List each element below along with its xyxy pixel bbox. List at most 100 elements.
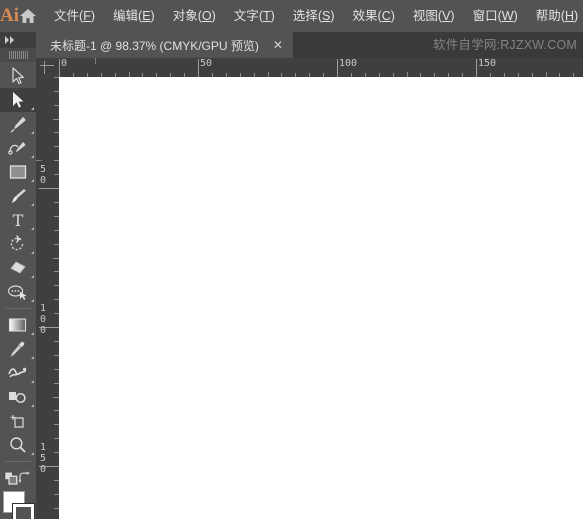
menu-item-window[interactable]: 窗口(W) bbox=[464, 0, 527, 32]
tool-gradient[interactable] bbox=[0, 313, 36, 337]
gradient-icon bbox=[8, 318, 27, 332]
tool-flyout-indicator bbox=[31, 299, 34, 302]
rotate-icon bbox=[10, 235, 24, 251]
menu-item-view[interactable]: 视图(V) bbox=[404, 0, 464, 32]
ruler-label: 100 bbox=[40, 303, 47, 336]
default-fill-stroke-icon[interactable] bbox=[4, 471, 18, 486]
panel-drag-grip[interactable] bbox=[0, 48, 36, 62]
close-icon[interactable]: ✕ bbox=[271, 38, 285, 52]
svg-text:T: T bbox=[13, 212, 24, 229]
document-area: 0 50 100 150 50 100 150 bbox=[36, 58, 583, 519]
tool-selection[interactable] bbox=[0, 64, 36, 88]
tool-flyout-indicator bbox=[31, 380, 34, 383]
ruler-label: 100 bbox=[339, 58, 358, 69]
ruler-label: 150 bbox=[478, 58, 497, 69]
menu-label: 窗口 bbox=[472, 9, 498, 23]
menu-accel: V bbox=[442, 9, 451, 23]
ruler-label: 150 bbox=[40, 442, 47, 475]
menu-item-object[interactable]: 对象(O) bbox=[164, 0, 225, 32]
tool-lasso[interactable] bbox=[0, 280, 36, 304]
rectangle-icon bbox=[9, 165, 27, 179]
document-tab[interactable]: 未标题-1 @ 98.37% (CMYK/GPU 预览) ✕ bbox=[36, 32, 293, 58]
menu-label: 编辑 bbox=[113, 9, 139, 23]
tool-list: T bbox=[0, 62, 36, 462]
tool-artboard[interactable] bbox=[0, 409, 36, 433]
tool-type[interactable]: T bbox=[0, 208, 36, 232]
tool-flyout-indicator bbox=[31, 251, 34, 254]
menu-label: 帮助 bbox=[535, 9, 561, 23]
tool-group-divider bbox=[5, 308, 31, 309]
direct-selection-arrow-icon bbox=[13, 92, 24, 108]
tool-rectangle[interactable] bbox=[0, 160, 36, 184]
ruler-label: 50 bbox=[200, 58, 213, 69]
tool-rotate[interactable] bbox=[0, 232, 36, 256]
ruler-tick bbox=[337, 59, 338, 77]
menu-label: 文件 bbox=[54, 9, 80, 23]
menu-accel: C bbox=[381, 9, 391, 23]
selection-arrow-icon bbox=[12, 67, 24, 85]
menu-accel: H bbox=[564, 9, 574, 23]
menu-accel: T bbox=[262, 9, 271, 23]
vertical-ruler[interactable]: 50 100 150 bbox=[36, 77, 59, 519]
app-logo-icon: Ai bbox=[0, 5, 19, 26]
ruler-origin-marker bbox=[95, 58, 96, 64]
swap-fill-stroke-icon[interactable] bbox=[18, 471, 32, 485]
eraser-icon bbox=[10, 261, 26, 274]
type-T-icon: T bbox=[13, 212, 24, 229]
panel-collapse-button[interactable] bbox=[0, 32, 36, 48]
tool-zoom[interactable] bbox=[0, 433, 36, 457]
artboard-icon bbox=[10, 415, 24, 428]
menu-accel: W bbox=[501, 9, 514, 23]
tool-flyout-indicator bbox=[31, 203, 34, 206]
fill-stroke-controls bbox=[0, 466, 36, 519]
shape-builder-icon bbox=[9, 392, 26, 404]
ruler-tick bbox=[198, 59, 199, 77]
tool-flyout-indicator bbox=[31, 332, 34, 335]
ruler-label: 50 bbox=[40, 164, 47, 186]
tool-flyout-indicator bbox=[31, 155, 34, 158]
tool-flyout-indicator bbox=[31, 275, 34, 278]
menu-label: 文字 bbox=[233, 9, 259, 23]
menu-item-file[interactable]: 文件(F) bbox=[45, 0, 104, 32]
menu-label: 对象 bbox=[172, 9, 198, 23]
ruler-origin-corner[interactable] bbox=[36, 58, 59, 77]
magnifier-icon bbox=[10, 437, 26, 453]
tool-pen[interactable] bbox=[0, 112, 36, 136]
menu-item-type[interactable]: 文字(T) bbox=[225, 0, 284, 32]
stroke-swatch[interactable] bbox=[12, 503, 35, 519]
tool-curvature[interactable] bbox=[0, 136, 36, 160]
tools-panel: T bbox=[0, 32, 36, 519]
tool-flyout-indicator bbox=[31, 131, 34, 134]
paintbrush-icon bbox=[12, 189, 26, 203]
home-icon[interactable] bbox=[19, 0, 37, 32]
menu-accel: E bbox=[142, 9, 151, 23]
ruler-tick bbox=[39, 188, 59, 189]
curvature-pen-icon bbox=[8, 142, 26, 155]
menu-item-effect[interactable]: 效果(C) bbox=[344, 0, 404, 32]
tool-eraser[interactable] bbox=[0, 256, 36, 280]
tool-shape-builder[interactable] bbox=[0, 385, 36, 409]
illustrator-window: Ai 文件(F) 编辑(E) 对象(O) 文字(T) 选择(S) 效果(C) 视… bbox=[0, 0, 583, 519]
pen-nib-icon bbox=[10, 117, 26, 133]
ruler-origin-marker bbox=[36, 160, 42, 161]
menu-accel: F bbox=[83, 9, 91, 23]
menu-item-help[interactable]: 帮助(H) bbox=[527, 0, 583, 32]
tool-eyedropper[interactable] bbox=[0, 337, 36, 361]
watermark-text: 软件自学网:RJZXW.COM bbox=[433, 38, 577, 52]
document-tab-title: 未标题-1 @ 98.37% (CMYK/GPU 预览) bbox=[50, 38, 259, 53]
ruler-tick bbox=[476, 59, 477, 77]
menu-label: 视图 bbox=[412, 9, 438, 23]
menu-item-select[interactable]: 选择(S) bbox=[284, 0, 344, 32]
tool-flyout-indicator bbox=[31, 356, 34, 359]
tool-paintbrush[interactable] bbox=[0, 184, 36, 208]
horizontal-ruler[interactable]: 0 50 100 150 bbox=[59, 58, 583, 77]
tool-direct-selection[interactable] bbox=[0, 88, 36, 112]
menu-accel: O bbox=[201, 9, 212, 23]
fill-stroke-toggle-row bbox=[0, 468, 36, 488]
tool-blend[interactable] bbox=[0, 361, 36, 385]
menu-label: 选择 bbox=[292, 9, 318, 23]
artboard-canvas[interactable] bbox=[59, 77, 583, 519]
fill-stroke-swatches bbox=[0, 490, 36, 519]
double-chevron-right-icon bbox=[5, 36, 14, 44]
menu-item-edit[interactable]: 编辑(E) bbox=[104, 0, 164, 32]
